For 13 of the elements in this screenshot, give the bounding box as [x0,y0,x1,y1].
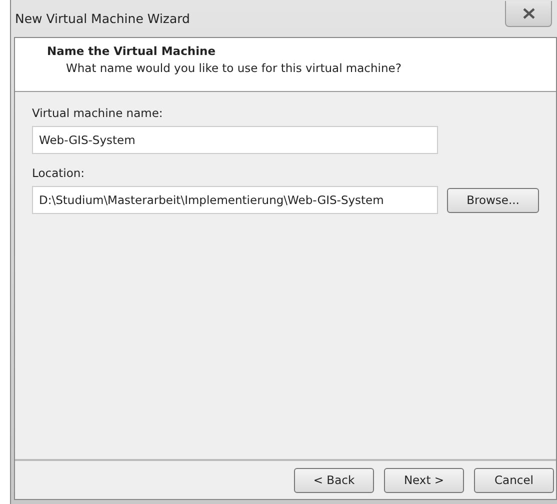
input-field[interactable]: Web-GIS-System [32,126,438,154]
wizard-button[interactable]: Next > [384,468,464,492]
browse-button[interactable]: Browse... [447,188,539,212]
field-label: Virtual machine name: [32,106,164,120]
page-heading: Name the Virtual Machine [47,44,216,58]
close-icon [522,8,534,18]
wizard-button[interactable]: Cancel [474,468,554,492]
wizard-button[interactable]: < Back [294,468,374,492]
window-title: New Virtual Machine Wizard [15,11,190,26]
input-field[interactable]: D:\Studium\Masterarbeit\Implementierung\Web-GIS-System [32,186,438,214]
page-subtitle: What name would you like to use for this virtual machine? [65,61,402,75]
close-button[interactable] [505,0,552,26]
field-label: Location: [32,166,86,180]
